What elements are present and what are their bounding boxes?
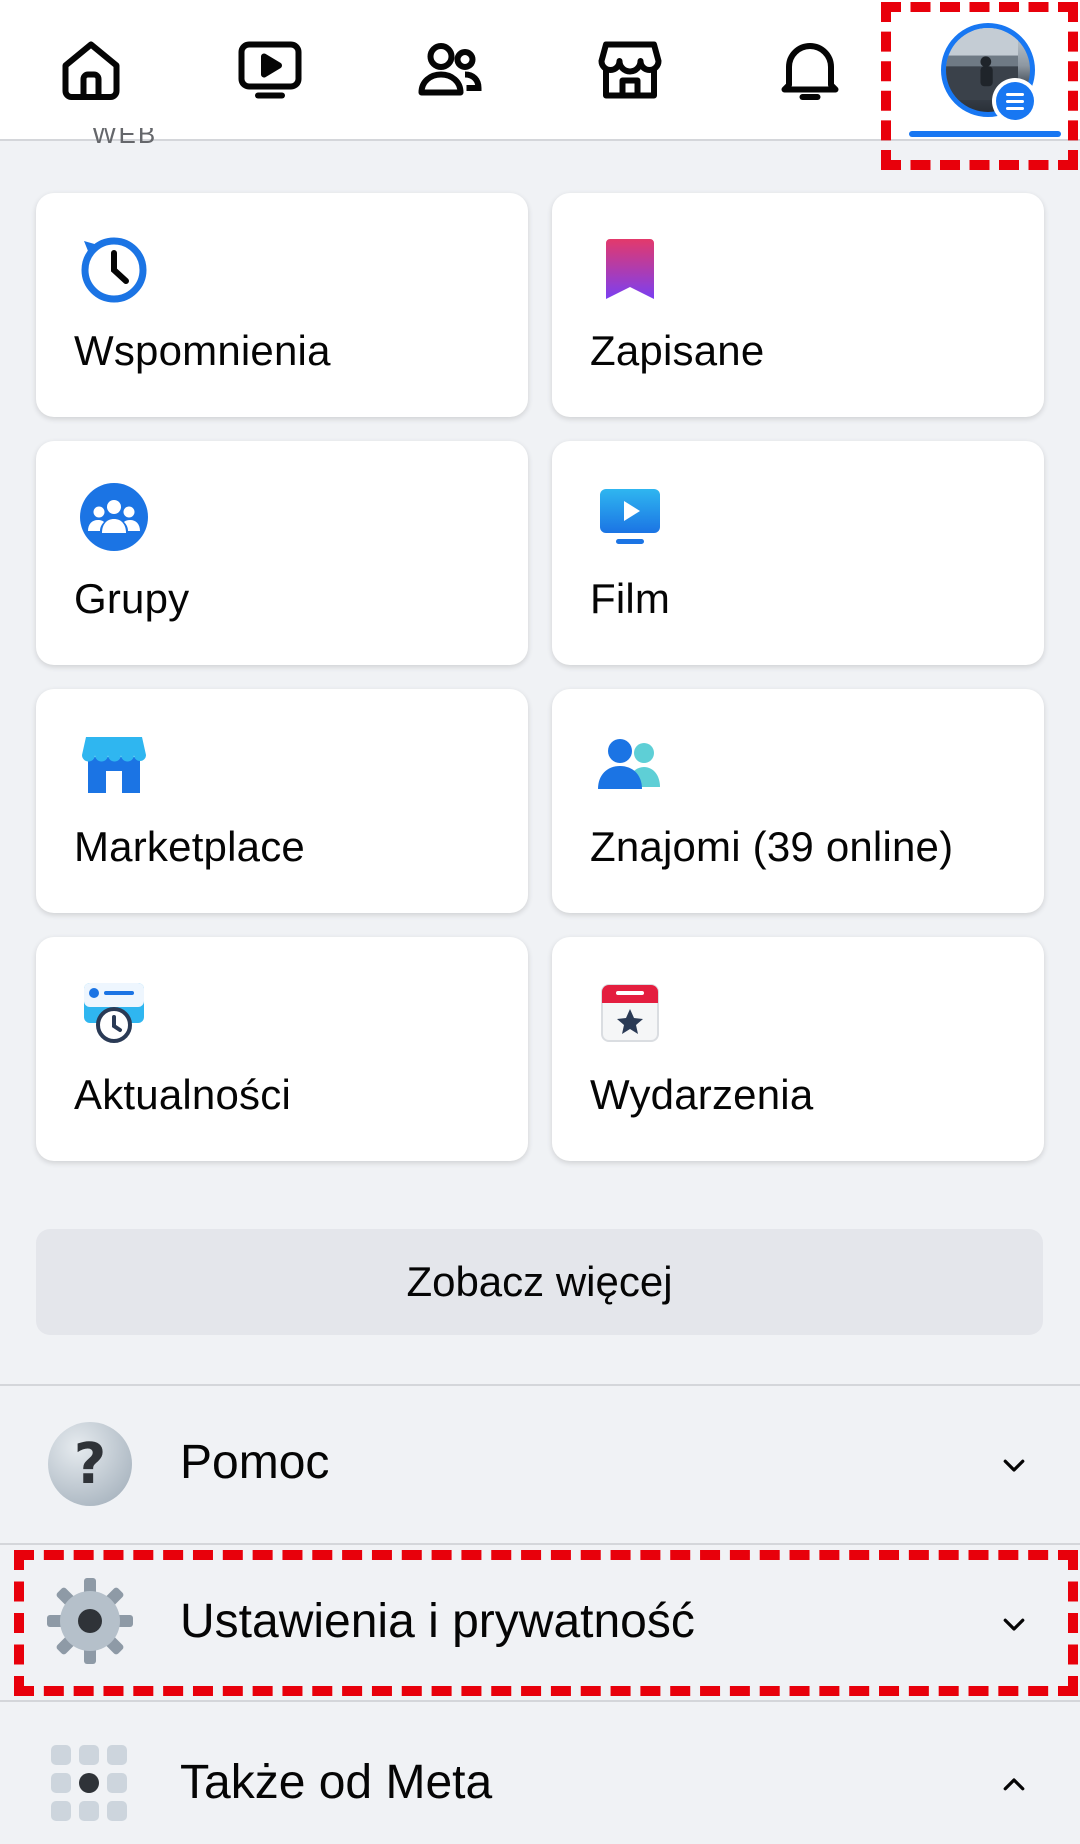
shortcut-memories[interactable]: Wspomnienia <box>36 193 528 417</box>
video-tv-icon <box>594 481 666 553</box>
chevron-down-icon <box>996 1447 1032 1483</box>
active-tab-indicator <box>909 131 1061 137</box>
friends-people-icon <box>594 729 666 801</box>
svg-text:?: ? <box>74 1432 106 1497</box>
memories-clock-icon <box>78 233 150 305</box>
help-question-icon: ? <box>45 1419 135 1509</box>
shortcut-label: Aktualności <box>74 1071 291 1118</box>
shortcut-groups[interactable]: Grupy <box>36 441 528 665</box>
chevron-up-icon <box>996 1767 1032 1803</box>
menu-badge-icon <box>992 78 1038 124</box>
shortcut-label: Grupy <box>74 575 190 622</box>
section-also-from-meta[interactable]: Także od Meta <box>0 1703 1080 1844</box>
marketplace-store-icon <box>78 729 150 801</box>
home-icon <box>62 41 120 100</box>
shortcut-saved[interactable]: Zapisane <box>552 193 1044 417</box>
store-icon <box>598 41 662 98</box>
meta-apps-grid-icon <box>45 1741 135 1831</box>
events-calendar-icon <box>594 977 666 1049</box>
section-label: Pomoc <box>180 1436 330 1489</box>
nav-tab-marketplace[interactable] <box>555 0 705 139</box>
nav-tab-friends[interactable] <box>375 0 525 139</box>
nav-tab-notifications[interactable] <box>735 0 885 139</box>
shortcut-label: Znajomi (39 online) <box>590 823 954 870</box>
shortcut-label: Film <box>590 575 671 622</box>
nav-tab-video[interactable] <box>195 0 345 139</box>
top-navigation-bar <box>0 0 1080 141</box>
shortcut-events[interactable]: Wydarzenia <box>552 937 1044 1161</box>
see-more-button[interactable]: Zobacz więcej <box>36 1229 1043 1335</box>
menu-page: WEB Wspomnienia Zapisane Grupy Film Mark… <box>0 0 1080 1844</box>
shortcut-marketplace[interactable]: Marketplace <box>36 689 528 913</box>
section-help[interactable]: ? Pomoc <box>0 1387 1080 1543</box>
saved-bookmark-icon <box>594 233 666 305</box>
video-icon <box>238 41 302 98</box>
chevron-down-icon <box>996 1606 1032 1642</box>
section-divider <box>0 1543 1080 1545</box>
shortcut-feeds[interactable]: Aktualności <box>36 937 528 1161</box>
shortcut-label: Wspomnienia <box>74 327 331 374</box>
section-label: Ustawienia i prywatność <box>180 1595 695 1648</box>
feeds-icon <box>78 977 150 1049</box>
section-divider <box>0 1700 1080 1702</box>
shortcut-video[interactable]: Film <box>552 441 1044 665</box>
groups-icon <box>78 481 150 553</box>
shortcut-label: Marketplace <box>74 823 305 870</box>
bell-icon <box>781 42 839 100</box>
scrolled-header-text: WEB <box>92 128 158 144</box>
settings-gear-icon <box>45 1576 135 1666</box>
section-settings-privacy[interactable]: Ustawienia i prywatność <box>0 1546 1080 1702</box>
nav-tab-home[interactable] <box>16 0 166 139</box>
section-divider <box>0 1384 1080 1386</box>
shortcut-friends[interactable]: Znajomi (39 online) <box>552 689 1044 913</box>
friends-icon <box>418 42 482 95</box>
section-label: Także od Meta <box>180 1756 493 1809</box>
shortcut-label: Wydarzenia <box>590 1071 814 1118</box>
nav-tab-menu[interactable] <box>913 0 1063 139</box>
shortcut-label: Zapisane <box>590 327 765 374</box>
